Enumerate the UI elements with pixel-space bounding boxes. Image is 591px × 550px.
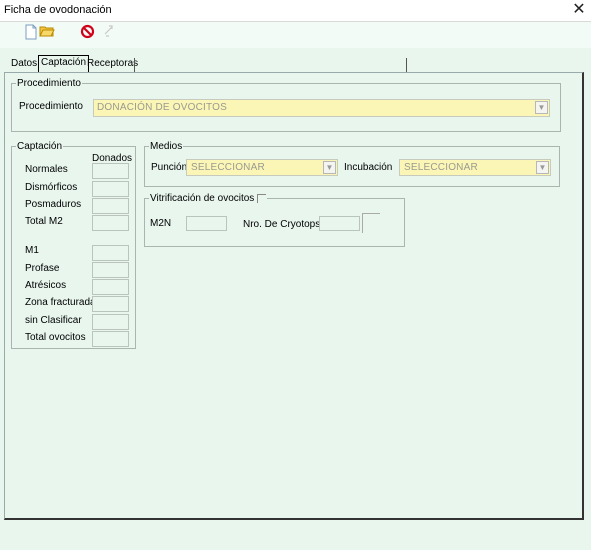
m2n-label: M2N (150, 218, 172, 229)
total-m2-field[interactable] (92, 215, 129, 231)
disabled-tool-icon (100, 24, 118, 42)
chevron-down-icon[interactable]: ▼ (323, 161, 336, 174)
chevron-down-icon[interactable]: ▼ (536, 161, 549, 174)
zona-fracturada-field[interactable] (92, 296, 129, 312)
atresicos-label: Atrésicos (25, 280, 67, 291)
procedimiento-select[interactable]: DONACIÓN DE OVOCITOS ▼ (93, 99, 550, 117)
incubacion-value: SELECCIONAR (404, 162, 478, 173)
puncion-value: SELECCIONAR (191, 162, 265, 173)
tab-captacion[interactable]: Captación (38, 55, 90, 73)
close-icon[interactable]: ✕ (568, 0, 590, 20)
puncion-label: Punción (151, 162, 188, 173)
puncion-select[interactable]: SELECCIONAR ▼ (186, 159, 338, 176)
procedimiento-value: DONACIÓN DE OVOCITOS (97, 102, 227, 113)
profase-label: Profase (25, 263, 60, 274)
tab-separator (406, 58, 407, 72)
cryotops-field[interactable] (319, 216, 360, 231)
vitrificacion-checkbox[interactable] (257, 193, 267, 203)
total-ovocitos-field[interactable] (92, 331, 129, 347)
chevron-down-icon[interactable]: ▼ (535, 101, 548, 114)
m2n-field[interactable] (186, 216, 227, 231)
sin-clasificar-field[interactable] (92, 314, 129, 330)
incubacion-select[interactable]: SELECCIONAR ▼ (399, 159, 551, 176)
m1-label: M1 (25, 245, 39, 256)
normales-field[interactable] (92, 163, 129, 179)
captacion-legend: Captación (17, 141, 63, 152)
cryotops-label: Nro. De Cryotops (243, 219, 321, 230)
dismorficos-field[interactable] (92, 181, 129, 197)
tab-datos[interactable]: Datos (9, 57, 39, 72)
dismorficos-label: Dismórficos (25, 182, 78, 193)
profase-field[interactable] (92, 262, 129, 278)
m1-field[interactable] (92, 245, 129, 261)
procedimiento-legend: Procedimiento (17, 78, 81, 89)
window-title: Ficha de ovodonación (4, 4, 112, 16)
cryotops-spinner[interactable] (362, 213, 380, 233)
vitrificacion-label: Vitrificación de ovocitos (150, 193, 255, 204)
procedimiento-label: Procedimiento (19, 101, 83, 112)
cancel-icon[interactable] (78, 24, 96, 42)
medios-legend: Medios (150, 141, 183, 152)
normales-label: Normales (25, 164, 68, 175)
vitrificacion-legend: Vitrificación de ovocitos (149, 193, 267, 204)
total-ovocitos-label: Total ovocitos (25, 332, 86, 343)
incubacion-label: Incubación (344, 162, 393, 173)
total-m2-label: Total M2 (25, 216, 63, 227)
atresicos-field[interactable] (92, 279, 129, 295)
sin-clasificar-label: sin Clasificar (25, 315, 82, 326)
posmaduros-field[interactable] (92, 198, 129, 214)
tab-separator (134, 58, 135, 72)
zona-fracturada-label: Zona fracturada (25, 297, 96, 308)
open-folder-icon[interactable] (38, 24, 56, 42)
tab-receptoras[interactable]: Receptoras (85, 57, 140, 72)
posmaduros-label: Posmaduros (25, 199, 82, 210)
